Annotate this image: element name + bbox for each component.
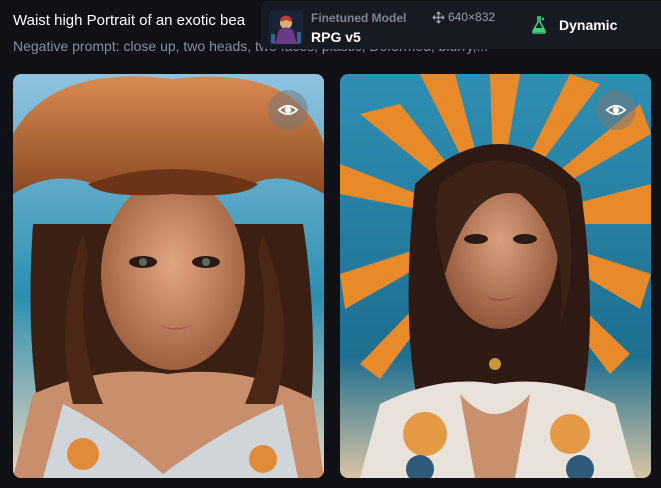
- flask-icon: [532, 16, 546, 34]
- generation-mode: Dynamic: [529, 15, 617, 35]
- image-dimensions: 640×832: [432, 10, 495, 24]
- eye-icon: [605, 104, 627, 116]
- model-info-bar: Finetuned Model RPG v5 640×832 Dynamic: [261, 1, 661, 49]
- generated-image-2[interactable]: [340, 74, 651, 478]
- move-arrows-icon: [432, 10, 445, 24]
- view-image-button[interactable]: [596, 90, 636, 130]
- mode-label: Dynamic: [559, 17, 618, 33]
- portrait-image: [340, 74, 651, 478]
- model-type-label: Finetuned Model: [311, 11, 407, 25]
- model-name: RPG v5: [311, 29, 361, 45]
- dimensions-value: 640×832: [448, 10, 496, 24]
- generated-image-1[interactable]: [13, 74, 324, 478]
- eye-icon: [277, 104, 299, 116]
- model-thumbnail: [269, 10, 303, 44]
- portrait-image: [13, 74, 324, 478]
- view-image-button[interactable]: [268, 90, 308, 130]
